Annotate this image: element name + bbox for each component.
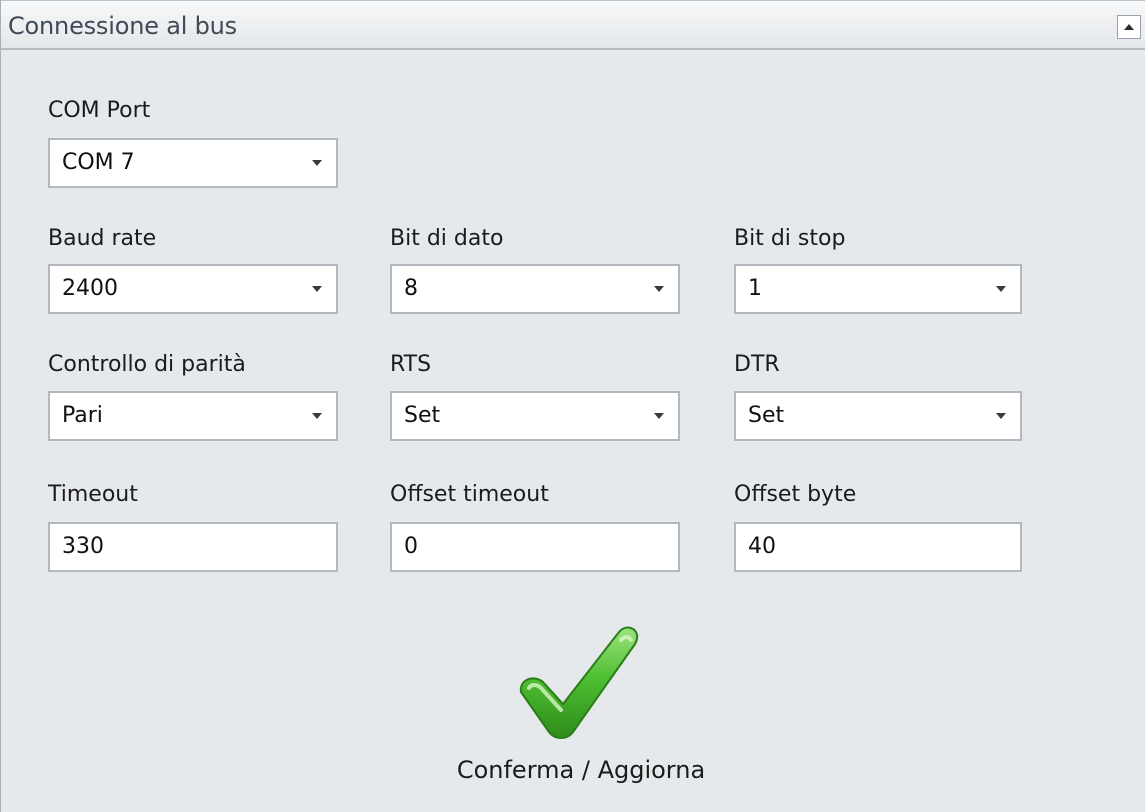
dtr-dropdown[interactable]: Set (734, 391, 1022, 441)
panel-title: Connessione al bus (8, 12, 237, 40)
offset-timeout-label: Offset timeout (390, 482, 549, 507)
timeout-input[interactable]: 330 (48, 522, 338, 572)
com-port-value: COM 7 (62, 150, 135, 175)
rts-label: RTS (390, 352, 432, 377)
chevron-down-icon (312, 413, 322, 419)
baud-rate-dropdown[interactable]: 2400 (48, 264, 338, 314)
bus-connection-panel: Connessione al bus COM Port COM 7 Baud r… (0, 0, 1145, 812)
rts-value: Set (404, 403, 441, 428)
data-bits-value: 8 (404, 276, 418, 301)
chevron-down-icon (312, 286, 322, 292)
data-bits-dropdown[interactable]: 8 (390, 264, 680, 314)
data-bits-label: Bit di dato (390, 226, 504, 251)
chevron-up-icon (1124, 24, 1134, 30)
collapse-button[interactable] (1117, 15, 1141, 39)
dtr-value: Set (748, 403, 785, 428)
chevron-down-icon (654, 413, 664, 419)
offset-byte-label: Offset byte (734, 482, 857, 507)
confirm-update-button[interactable]: Conferma / Aggiorna (431, 614, 731, 804)
rts-dropdown[interactable]: Set (390, 391, 680, 441)
parity-label: Controllo di parità (48, 352, 246, 377)
chevron-down-icon (654, 286, 664, 292)
chevron-down-icon (312, 160, 322, 166)
timeout-value: 330 (62, 534, 104, 559)
panel-header: Connessione al bus (1, 0, 1145, 50)
stop-bits-label: Bit di stop (734, 226, 846, 251)
confirm-update-label: Conferma / Aggiorna (456, 756, 706, 784)
com-port-label: COM Port (48, 98, 151, 123)
checkmark-icon (519, 626, 638, 739)
stop-bits-value: 1 (748, 276, 762, 301)
offset-timeout-input[interactable]: 0 (390, 522, 680, 572)
parity-value: Pari (62, 403, 103, 428)
com-port-dropdown[interactable]: COM 7 (48, 138, 338, 188)
parity-dropdown[interactable]: Pari (48, 391, 338, 441)
stop-bits-dropdown[interactable]: 1 (734, 264, 1022, 314)
chevron-down-icon (996, 286, 1006, 292)
offset-byte-input[interactable]: 40 (734, 522, 1022, 572)
chevron-down-icon (996, 413, 1006, 419)
baud-rate-value: 2400 (62, 276, 118, 301)
offset-byte-value: 40 (748, 534, 776, 559)
dtr-label: DTR (734, 352, 780, 377)
offset-timeout-value: 0 (404, 534, 418, 559)
timeout-label: Timeout (48, 482, 138, 507)
baud-rate-label: Baud rate (48, 226, 157, 251)
